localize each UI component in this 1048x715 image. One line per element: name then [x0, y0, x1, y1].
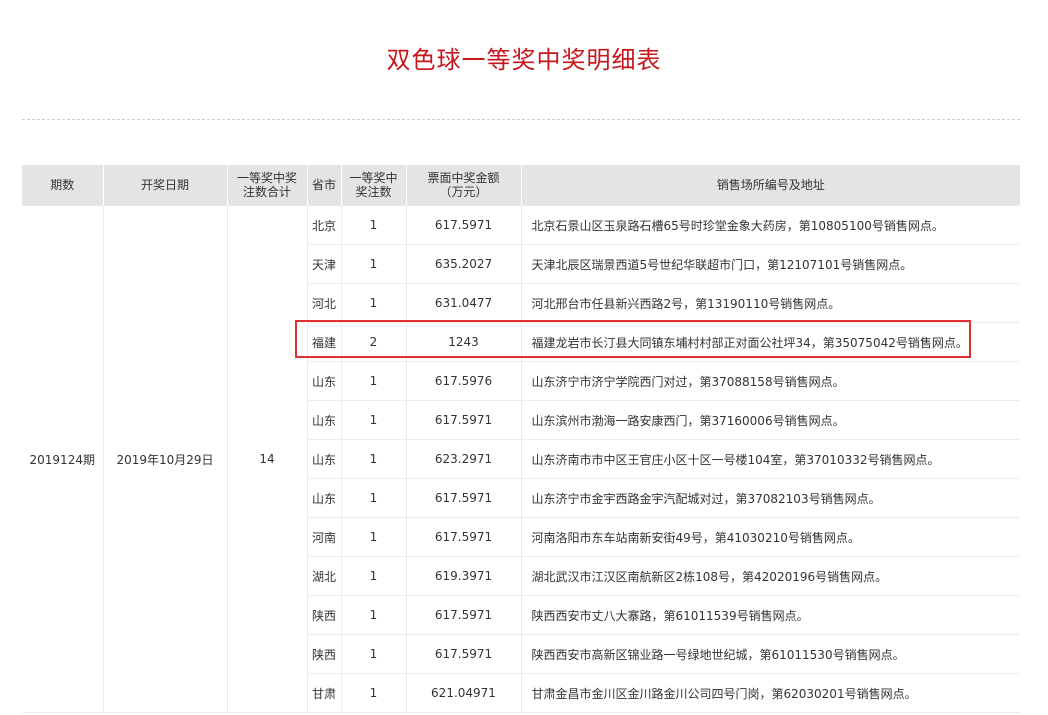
amount-cell: 617.5971 — [406, 517, 522, 557]
page-title: 双色球一等奖中奖明细表 — [386, 46, 662, 74]
amount-cell: 617.5971 — [406, 400, 522, 440]
province-cell: 北京 — [307, 205, 342, 245]
province-cell: 湖北 — [307, 556, 342, 596]
province-cell: 河南 — [307, 517, 342, 557]
dashed-divider — [22, 119, 1020, 120]
address-cell: 山东济南市市中区王官庄小区十区一号楼104室，第37010332号销售网点。 — [521, 439, 1020, 479]
amount-cell: 617.5971 — [406, 478, 522, 518]
count-cell: 1 — [341, 439, 407, 479]
header-amount: 票面中奖金额（万元） — [406, 165, 522, 206]
address-cell: 天津北辰区瑞景西道5号世纪华联超市门口，第12107101号销售网点。 — [521, 244, 1020, 284]
header-count-label: 一等奖中奖注数 — [349, 171, 398, 199]
issue-cell: 2019124期 — [22, 205, 104, 713]
table-header-row: 期数 开奖日期 一等奖中奖注数合计 省市 一等奖中奖注数 票面中奖金额（万元） … — [22, 165, 1020, 206]
address-cell: 甘肃金昌市金川区金川路金川公司四号门岗，第62030201号销售网点。 — [521, 673, 1020, 713]
header-issue: 期数 — [22, 165, 104, 206]
count-cell: 1 — [341, 205, 407, 245]
amount-cell: 617.5976 — [406, 361, 522, 401]
amount-cell: 1243 — [406, 322, 522, 362]
date-cell: 2019年10月29日 — [103, 205, 228, 713]
count-cell: 1 — [341, 673, 407, 713]
total-cell: 14 — [227, 205, 308, 713]
province-cell: 河北 — [307, 283, 342, 323]
header-amount-label: 票面中奖金额（万元） — [427, 171, 500, 199]
amount-cell: 623.2971 — [406, 439, 522, 479]
province-cell: 陕西 — [307, 634, 342, 674]
header-total-label: 一等奖中奖注数合计 — [236, 171, 297, 199]
province-cell: 山东 — [307, 400, 342, 440]
amount-cell: 617.5971 — [406, 595, 522, 635]
province-cell: 山东 — [307, 478, 342, 518]
count-cell: 1 — [341, 244, 407, 284]
address-cell: 河北邢台市任县新兴西路2号，第13190110号销售网点。 — [521, 283, 1020, 323]
province-cell: 山东 — [307, 439, 342, 479]
address-cell: 山东济宁市济宁学院西门对过，第37088158号销售网点。 — [521, 361, 1020, 401]
count-cell: 1 — [341, 361, 407, 401]
province-cell: 天津 — [307, 244, 342, 284]
province-cell: 陕西 — [307, 595, 342, 635]
header-address: 销售场所编号及地址 — [521, 165, 1020, 206]
count-cell: 1 — [341, 400, 407, 440]
prize-detail-table: 期数 开奖日期 一等奖中奖注数合计 省市 一等奖中奖注数 票面中奖金额（万元） … — [22, 165, 1020, 713]
address-cell: 陕西西安市高新区锦业路一号绿地世纪城，第61011530号销售网点。 — [521, 634, 1020, 674]
province-cell: 甘肃 — [307, 673, 342, 713]
amount-cell: 621.04971 — [406, 673, 522, 713]
count-cell: 1 — [341, 283, 407, 323]
count-cell: 2 — [341, 322, 407, 362]
address-cell: 陕西西安市丈八大寨路，第61011539号销售网点。 — [521, 595, 1020, 635]
address-cell: 山东滨州市渤海一路安康西门，第37160006号销售网点。 — [521, 400, 1020, 440]
address-cell: 山东济宁市金宇西路金宇汽配城对过，第37082103号销售网点。 — [521, 478, 1020, 518]
province-cell: 山东 — [307, 361, 342, 401]
province-cell: 福建 — [307, 322, 342, 362]
count-cell: 1 — [341, 556, 407, 596]
address-cell: 湖北武汉市江汉区南航新区2栋108号，第42020196号销售网点。 — [521, 556, 1020, 596]
header-count: 一等奖中奖注数 — [341, 165, 407, 206]
header-province: 省市 — [307, 165, 342, 206]
header-total: 一等奖中奖注数合计 — [227, 165, 308, 206]
count-cell: 1 — [341, 478, 407, 518]
table-body: 2019124期 2019年10月29日 14 北京 1 617.5971 北京石景山区玉泉… — [22, 205, 1020, 713]
table-row: 2019124期 2019年10月29日 14 北京 1 617.5971 北京石景山区玉泉… — [22, 205, 1020, 713]
amount-cell: 617.5971 — [406, 634, 522, 674]
amount-cell: 619.3971 — [406, 556, 522, 596]
amount-cell: 617.5971 — [406, 205, 522, 245]
address-cell: 福建龙岩市长汀县大同镇东埔村村部正对面公社坪34，第35075042号销售网点。 — [521, 322, 1020, 362]
address-cell: 北京石景山区玉泉路石槽65号时珍堂金象大药房，第10805100号销售网点。 — [521, 205, 1020, 245]
header-date: 开奖日期 — [103, 165, 228, 206]
count-cell: 1 — [341, 634, 407, 674]
amount-cell: 635.2027 — [406, 244, 522, 284]
amount-cell: 631.0477 — [406, 283, 522, 323]
address-cell: 河南洛阳市东车站南新安街49号，第41030210号销售网点。 — [521, 517, 1020, 557]
count-cell: 1 — [341, 595, 407, 635]
count-cell: 1 — [341, 517, 407, 557]
